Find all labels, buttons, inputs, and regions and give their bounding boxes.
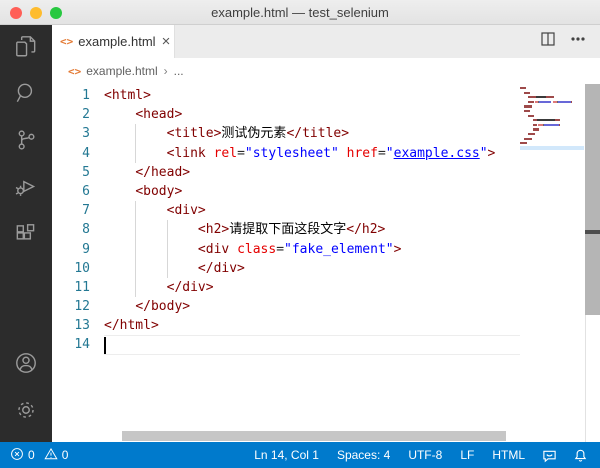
status-bar: 0 0 Ln 14, Col 1 Spaces: 4 UTF-8 LF HTML (0, 442, 600, 468)
background-window-edge (585, 315, 586, 442)
breadcrumb-file[interactable]: example.html (86, 64, 157, 78)
line-number: 2 (82, 107, 90, 123)
tab-label: example.html (78, 34, 156, 49)
code-line[interactable]: 14 (52, 335, 520, 355)
warning-count: 0 (61, 448, 69, 462)
sidebar-item-search[interactable] (0, 72, 52, 119)
code-line[interactable]: 6 <body> (52, 182, 520, 201)
line-number: 1 (82, 88, 90, 103)
line-number: 3 (82, 126, 90, 142)
zoom-window-button[interactable] (50, 7, 62, 19)
tab-example-html[interactable]: <> example.html × (52, 25, 175, 58)
cursor-position[interactable]: Ln 14, Col 1 (245, 448, 328, 462)
line-number: 9 (82, 241, 90, 257)
line-number: 11 (74, 279, 90, 295)
more-actions-icon[interactable] (570, 31, 586, 52)
tab-bar: <> example.html × (52, 25, 600, 58)
code-line[interactable]: 4 <link rel="stylesheet" href="example.c… (52, 143, 520, 163)
line-number: 4 (82, 145, 90, 161)
encoding-setting[interactable]: UTF-8 (399, 448, 451, 462)
indent-guide (135, 201, 137, 221)
line-number: 14 (74, 337, 90, 353)
code-line[interactable]: 13 </html> (52, 316, 520, 335)
code-lines: 1 <html> 2 <head> 3 <title>测试伪元素</title> 4 <… (52, 86, 520, 355)
chevron-right-icon: › (163, 64, 168, 78)
indent-guide (135, 220, 137, 240)
background-window-scrollbar-thumb (585, 230, 600, 234)
eol-setting[interactable]: LF (451, 448, 483, 462)
sidebar-item-extensions[interactable] (0, 213, 52, 260)
line-number: 12 (74, 299, 90, 315)
line-number: 6 (82, 183, 90, 199)
language-mode[interactable]: HTML (483, 448, 534, 462)
code-line[interactable]: 11 </div> (52, 277, 520, 298)
run-debug-icon (13, 174, 39, 205)
html-file-icon-breadcrumb: <> (68, 64, 82, 78)
account-button[interactable] (0, 342, 52, 389)
settings-button[interactable] (0, 389, 52, 436)
line-number: 13 (74, 318, 90, 334)
split-editor-icon[interactable] (540, 31, 556, 52)
html-file-icon: <> (60, 35, 74, 48)
sidebar-item-explorer[interactable] (0, 25, 52, 72)
window-title: example.html — test_selenium (211, 4, 389, 20)
settings-icon (13, 397, 39, 428)
horizontal-scrollbar[interactable] (122, 431, 506, 441)
code-line[interactable]: 1 <html> (52, 86, 520, 105)
code-line[interactable]: 9 <div class="fake_element"> (52, 239, 520, 259)
indent-guide (135, 143, 137, 163)
tab-close-icon[interactable]: × (162, 34, 171, 49)
warning-icon (44, 447, 58, 464)
sidebar-item-source-control[interactable] (0, 119, 52, 166)
code-line[interactable]: 5 </head> (52, 163, 520, 182)
code-line[interactable]: 2 <head> (52, 105, 520, 124)
line-number: 7 (82, 203, 90, 219)
indentation-setting[interactable]: Spaces: 4 (328, 448, 399, 462)
code-line[interactable]: 3 <title>测试伪元素</title> (52, 124, 520, 144)
sidebar-item-run-debug[interactable] (0, 166, 52, 213)
account-icon (13, 350, 39, 381)
indent-guide (135, 124, 137, 144)
vscode-window: example.html — test_selenium <> example.… (0, 0, 600, 468)
explorer-icon (13, 33, 39, 64)
source-control-icon (13, 127, 39, 158)
indent-guide (135, 239, 137, 259)
line-number: 10 (74, 260, 90, 276)
code-line[interactable]: 10 </div> (52, 258, 520, 278)
indent-guide (135, 277, 137, 298)
traffic-lights (10, 7, 62, 19)
background-window-scrollbar (585, 84, 600, 315)
title-bar[interactable]: example.html — test_selenium (0, 0, 600, 25)
indent-guide (166, 220, 168, 240)
indent-guide (135, 258, 137, 278)
line-number: 8 (82, 222, 90, 238)
code-line[interactable]: 12 </body> (52, 297, 520, 316)
breadcrumb[interactable]: <> example.html › ... (52, 58, 600, 84)
extensions-icon (13, 221, 39, 252)
breadcrumb-more[interactable]: ... (174, 64, 184, 78)
minimap-current-line (520, 145, 584, 151)
code-editor[interactable]: 1 <html> 2 <head> 3 <title>测试伪元素</title> 4 <… (52, 84, 600, 442)
error-icon (10, 447, 24, 464)
notifications-bell-icon[interactable] (565, 448, 600, 463)
error-count: 0 (28, 448, 35, 462)
indent-guide (166, 258, 168, 278)
code-line[interactable]: 8 <h2>请提取下面这段文字</h2> (52, 220, 520, 240)
line-number: 5 (82, 164, 90, 180)
activity-bar (0, 25, 52, 442)
minimize-window-button[interactable] (30, 7, 42, 19)
problems-button[interactable]: 0 0 (0, 447, 68, 464)
close-window-button[interactable] (10, 7, 22, 19)
search-icon (13, 80, 39, 111)
text-cursor (104, 337, 106, 355)
indent-guide (166, 239, 168, 259)
code-line[interactable]: 7 <div> (52, 201, 520, 221)
feedback-icon[interactable] (534, 448, 565, 463)
